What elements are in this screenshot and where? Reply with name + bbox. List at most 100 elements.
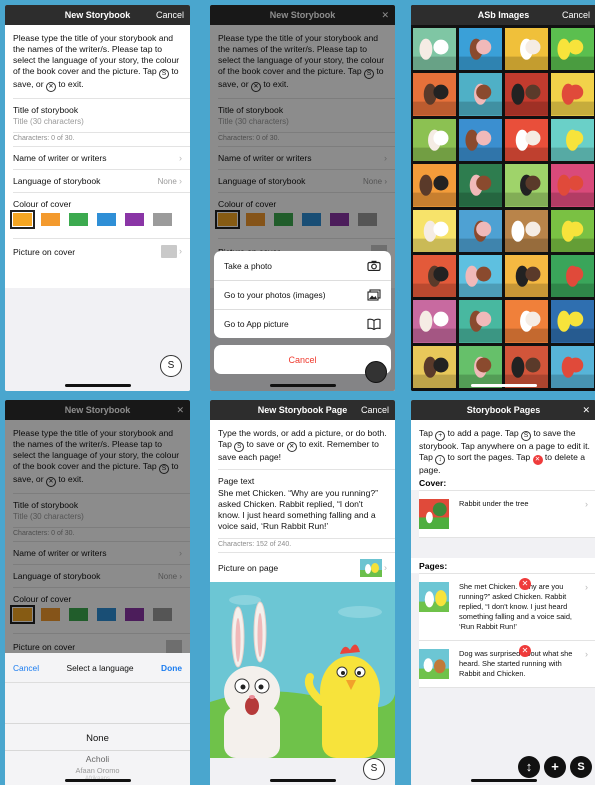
image-thumbnail[interactable] [413, 300, 456, 343]
save-button[interactable]: S [160, 355, 182, 377]
image-thumbnail[interactable] [413, 254, 456, 298]
save-storybook-button[interactable]: S [570, 756, 592, 778]
swatch-purple[interactable] [125, 213, 144, 226]
cancel-button[interactable]: Cancel [562, 10, 590, 20]
image-thumbnail[interactable] [505, 254, 548, 298]
picture-controls: › [359, 559, 387, 577]
take-photo-label: Take a photo [224, 260, 272, 271]
language-wheel[interactable]: None Acholi Afaan Oromo Afrikaans [5, 683, 190, 785]
image-thumbnail[interactable] [459, 28, 502, 71]
photos-option[interactable]: Go to your photos (images) [214, 280, 391, 309]
instructions: Please type the title of your storybook … [5, 25, 190, 98]
screen-new-storybook: New Storybook Cancel Please type the tit… [5, 5, 190, 391]
swatch-blue[interactable] [97, 213, 116, 226]
title-field[interactable]: Title of storybook Title (30 characters) [13, 98, 190, 132]
chevron-right-icon: › [585, 499, 588, 509]
book-icon [367, 318, 381, 330]
character-count: Characters: 0 of 30. [13, 132, 190, 146]
illustration-icon [551, 220, 594, 252]
picker-option[interactable]: None [86, 733, 109, 744]
chevron-right-icon: › [179, 245, 182, 256]
image-thumbnail[interactable] [551, 209, 594, 252]
swatch-orange[interactable] [41, 213, 60, 226]
picker-cancel-button[interactable]: Cancel [13, 663, 39, 673]
swatch-green[interactable] [69, 213, 88, 226]
cancel-button[interactable]: Cancel [156, 10, 184, 20]
image-thumbnail[interactable] [413, 28, 456, 71]
illustration-icon [413, 38, 456, 71]
take-photo-option[interactable]: Take a photo [214, 251, 391, 280]
writer-row[interactable]: Name of writer or writers › [13, 146, 190, 169]
image-thumbnail[interactable] [505, 209, 548, 252]
image-thumbnail[interactable] [551, 300, 594, 343]
illustration-icon [459, 220, 502, 252]
image-thumbnail[interactable] [505, 118, 548, 162]
app-picture-option[interactable]: Go to App picture [214, 309, 391, 338]
image-thumbnail[interactable] [459, 73, 502, 116]
cancel-button[interactable]: Cancel [361, 405, 389, 415]
image-thumbnail[interactable] [551, 73, 594, 116]
delete-page-button[interactable]: ✕ [519, 645, 531, 657]
image-thumbnail[interactable] [551, 164, 594, 207]
image-thumbnail[interactable] [505, 164, 548, 207]
sort-pages-button[interactable]: ↕ [518, 756, 540, 778]
image-thumbnail[interactable] [551, 345, 594, 388]
image-thumbnail[interactable] [413, 118, 456, 162]
illustration-icon [459, 265, 502, 298]
add-page-button[interactable]: + [544, 756, 566, 778]
image-thumbnail[interactable] [505, 73, 548, 116]
image-thumbnail[interactable] [459, 300, 502, 343]
image-thumbnail[interactable] [459, 118, 502, 162]
page-text-label: Page text [218, 476, 255, 486]
home-indicator [64, 384, 131, 387]
image-thumbnail[interactable] [459, 209, 502, 252]
intro-text: Tap [419, 428, 436, 438]
title-input[interactable]: Title (30 characters) [13, 117, 84, 126]
picker-option[interactable]: Afaan Oromo [5, 766, 190, 775]
picker-selected-row: None [5, 723, 190, 751]
image-thumbnail[interactable] [413, 209, 456, 252]
nav-title: New Storybook [64, 10, 131, 20]
image-thumbnail[interactable] [459, 164, 502, 207]
dim-overlay[interactable] [5, 400, 190, 653]
page-item[interactable]: Dog was surprised about what she heard. … [419, 641, 595, 688]
image-thumbnail[interactable] [413, 73, 456, 116]
close-icon[interactable]: ✕ [582, 405, 590, 416]
image-thumbnail[interactable] [413, 164, 456, 207]
page-illustration[interactable] [210, 582, 395, 758]
writer-label: Name of writer or writers [13, 153, 107, 163]
screen-asb-images: ASb Images Cancel [411, 5, 595, 391]
image-thumbnail[interactable] [505, 345, 548, 388]
page-text-field[interactable]: Page text She met Chicken. “Why are you … [218, 469, 395, 538]
page-text: Dog was surprised about what she heard. … [459, 649, 573, 678]
page-text-input[interactable]: She met Chicken. “Why are you running?” … [218, 488, 387, 532]
screen-language-picker: New Storybook ✕ Please type the title of… [5, 400, 190, 785]
image-thumbnail[interactable] [459, 345, 502, 388]
illustration-icon [551, 265, 594, 298]
image-thumbnail[interactable] [551, 28, 594, 71]
save-icon: S [234, 442, 245, 452]
illustration-icon [459, 356, 502, 388]
picker-option[interactable]: Acholi [5, 754, 190, 764]
language-row[interactable]: Language of storybook None › [13, 169, 190, 192]
camera-icon [367, 260, 381, 271]
image-thumbnail[interactable] [505, 300, 548, 343]
picture-thumbnail [359, 559, 382, 577]
page-item[interactable]: She met Chicken. “Why are you running?” … [419, 573, 595, 641]
swatch-orange-yellow[interactable] [10, 210, 35, 229]
page-thumbnail [419, 582, 449, 612]
cover-row[interactable]: Rabbit under the tree › [419, 490, 595, 538]
image-thumbnail[interactable] [459, 254, 502, 298]
cover-heading: Cover: [411, 478, 595, 490]
image-thumbnail[interactable] [551, 254, 594, 298]
image-thumbnail[interactable] [413, 345, 456, 388]
delete-page-button[interactable]: ✕ [519, 578, 531, 590]
illustration-icon [459, 174, 502, 207]
image-thumbnail[interactable] [551, 118, 594, 162]
swatch-gray[interactable] [153, 213, 172, 226]
save-button[interactable]: S [363, 758, 385, 780]
image-thumbnail[interactable] [505, 28, 548, 71]
cover-picture-row[interactable]: Picture on cover › [13, 238, 190, 264]
picker-done-button[interactable]: Done [161, 663, 182, 673]
page-picture-row[interactable]: Picture on page › [218, 552, 395, 583]
